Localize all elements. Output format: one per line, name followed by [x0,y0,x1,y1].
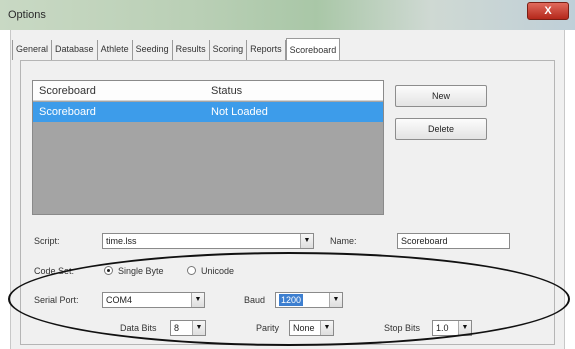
baud-dropdown[interactable]: 1200 ▼ [275,292,343,308]
name-field[interactable]: Scoreboard [397,233,510,249]
stop-bits-label: Stop Bits [384,323,421,333]
name-value: Scoreboard [401,236,448,246]
chevron-down-icon[interactable]: ▼ [191,293,204,307]
name-label: Name: [330,236,357,246]
tab-general[interactable]: General [12,40,53,60]
chevron-down-icon[interactable]: ▼ [192,321,205,335]
parity-dropdown[interactable]: None ▼ [289,320,334,336]
column-header-scoreboard[interactable]: Scoreboard [39,85,96,97]
serial-port-label: Serial Port: [34,295,79,305]
script-dropdown[interactable]: time.lss ▼ [102,233,314,249]
title-bar: Options X [0,0,575,30]
chevron-down-icon[interactable]: ▼ [458,321,471,335]
tab-results[interactable]: Results [173,40,210,60]
baud-label: Baud [244,295,266,305]
data-bits-dropdown[interactable]: 8 ▼ [170,320,206,336]
tab-strip: General Database Athlete Seeding Results… [12,38,341,60]
codeset-label: Code Set: [34,266,75,276]
radio-single-byte[interactable] [104,266,113,275]
data-bits-label: Data Bits [120,323,157,333]
window-title: Options [8,9,46,21]
close-button[interactable]: X [527,2,569,20]
chevron-down-icon[interactable]: ▼ [300,234,313,248]
radio-unicode-label[interactable]: Unicode [201,266,234,276]
stop-bits-value: 1.0 [436,323,449,333]
tab-athlete[interactable]: Athlete [98,40,133,60]
delete-button[interactable]: Delete [395,118,487,140]
chevron-down-icon[interactable]: ▼ [320,321,333,335]
script-label: Script: [34,236,60,246]
chevron-down-icon[interactable]: ▼ [329,293,342,307]
list-item-status: Not Loaded [211,106,268,118]
stop-bits-dropdown[interactable]: 1.0 ▼ [432,320,472,336]
parity-value: None [293,323,315,333]
tab-scoreboard[interactable]: Scoreboard [285,38,341,60]
serial-port-value: COM4 [106,295,133,305]
parity-label: Parity [256,323,280,333]
list-item[interactable]: Scoreboard Not Loaded [33,102,383,122]
tab-scoring[interactable]: Scoring [210,40,248,60]
serial-port-dropdown[interactable]: COM4 ▼ [102,292,205,308]
new-button[interactable]: New [395,85,487,107]
tab-seeding[interactable]: Seeding [133,40,173,60]
tab-reports[interactable]: Reports [247,40,286,60]
scoreboard-list[interactable]: Scoreboard Status Scoreboard Not Loaded [32,80,384,215]
script-value: time.lss [106,236,137,246]
column-header-status[interactable]: Status [211,85,242,97]
baud-value: 1200 [279,294,304,306]
data-bits-value: 8 [174,323,180,333]
radio-single-byte-label[interactable]: Single Byte [118,266,164,276]
list-item-scoreboard: Scoreboard [39,106,96,118]
list-header: Scoreboard Status [33,81,383,101]
radio-unicode[interactable] [187,266,196,275]
tab-database[interactable]: Database [52,40,98,60]
